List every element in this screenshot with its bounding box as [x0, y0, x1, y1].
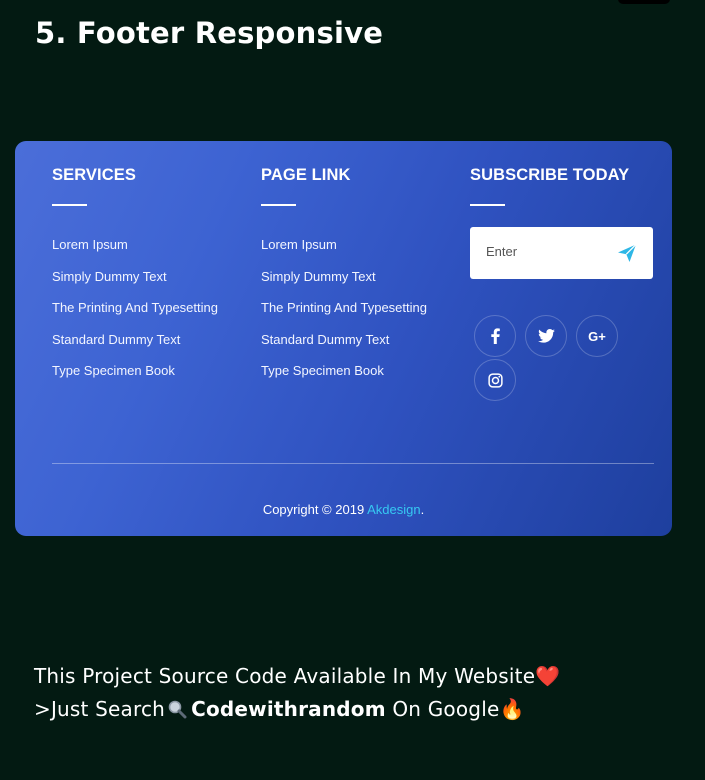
services-link-standard-dummy-text[interactable]: Standard Dummy Text — [52, 332, 218, 364]
services-heading-underline — [52, 204, 87, 206]
subscribe-heading: SUBSCRIBE TODAY — [470, 166, 630, 184]
footer-card: SERVICES Lorem Ipsum Simply Dummy Text T… — [15, 141, 672, 536]
page-link-heading: PAGE LINK — [261, 166, 351, 184]
promo-brand-name: Codewithrandom — [191, 697, 386, 721]
services-link-list: Lorem Ipsum Simply Dummy Text The Printi… — [52, 237, 218, 395]
page-link-lorem-ipsum[interactable]: Lorem Ipsum — [261, 237, 427, 269]
promo-line-2: >Just Search Codewithrandom On Google🔥 — [34, 697, 525, 724]
paper-plane-icon[interactable] — [617, 243, 637, 263]
services-link-printing-typesetting[interactable]: The Printing And Typesetting — [52, 300, 218, 332]
top-notch — [618, 0, 670, 4]
services-heading: SERVICES — [52, 166, 136, 184]
promo-line-2-prefix: >Just Search — [34, 697, 166, 721]
page-link-standard-dummy-text[interactable]: Standard Dummy Text — [261, 332, 427, 364]
promo-line-2-suffix: On Google — [385, 697, 500, 721]
page-title: 5. Footer Responsive — [35, 16, 384, 50]
subscribe-form — [470, 227, 653, 279]
services-link-type-specimen-book[interactable]: Type Specimen Book — [52, 363, 218, 395]
facebook-icon[interactable] — [474, 315, 516, 357]
services-link-lorem-ipsum[interactable]: Lorem Ipsum — [52, 237, 218, 269]
page-link-type-specimen-book[interactable]: Type Specimen Book — [261, 363, 427, 395]
copyright-prefix: Copyright © 2019 — [262, 502, 368, 517]
copyright-suffix: . — [420, 502, 425, 517]
heart-emoji: ❤️ — [535, 664, 561, 688]
subscribe-heading-underline — [470, 204, 505, 206]
promo-line-1-text: This Project Source Code Available In My… — [34, 664, 536, 688]
google-plus-label: G+ — [588, 328, 606, 344]
page-link-list: Lorem Ipsum Simply Dummy Text The Printi… — [261, 237, 427, 395]
footer-divider — [52, 463, 654, 464]
google-plus-icon[interactable]: G+ — [576, 315, 618, 357]
fire-emoji: 🔥 — [499, 697, 525, 721]
services-link-simply-dummy-text[interactable]: Simply Dummy Text — [52, 269, 218, 301]
instagram-icon[interactable] — [474, 359, 516, 401]
page-link-simply-dummy-text[interactable]: Simply Dummy Text — [261, 269, 427, 301]
page-link-heading-underline — [261, 204, 296, 206]
copyright-brand-link[interactable]: Akdesign — [367, 502, 420, 517]
magnifying-glass-icon — [167, 699, 187, 724]
page-link-printing-typesetting[interactable]: The Printing And Typesetting — [261, 300, 427, 332]
subscribe-email-input[interactable] — [486, 244, 606, 259]
promo-line-1: This Project Source Code Available In My… — [34, 664, 560, 688]
copyright-text: Copyright © 2019 Akdesign. — [15, 502, 672, 517]
twitter-icon[interactable] — [525, 315, 567, 357]
